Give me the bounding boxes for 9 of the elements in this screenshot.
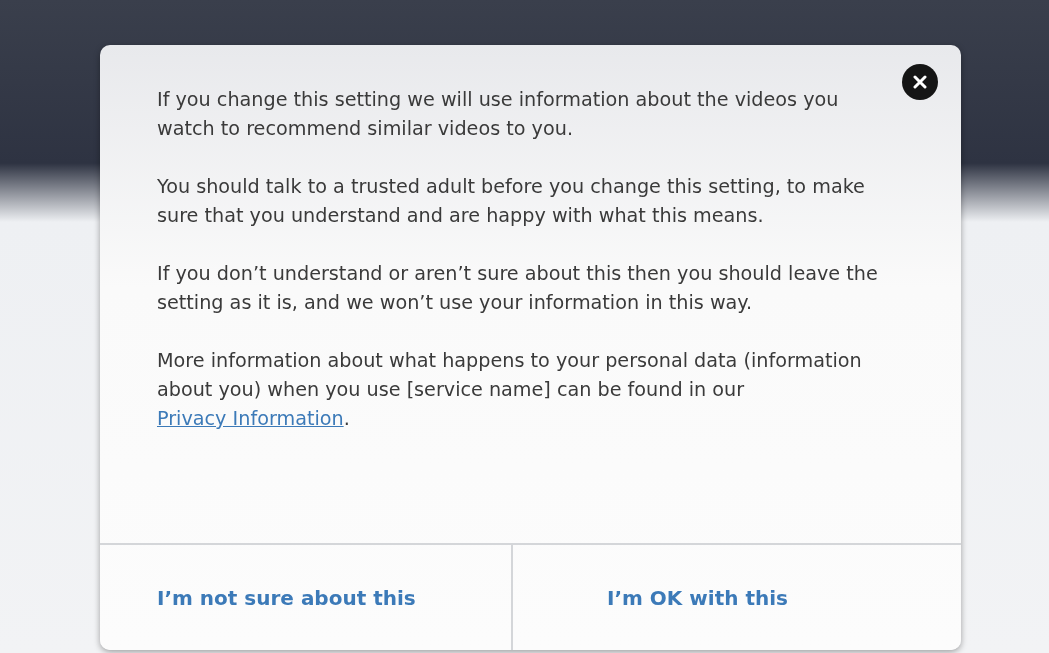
dialog-choice-button[interactable]: I’m OK with this <box>511 545 961 650</box>
dialog-paragraph: More information about what happens to your personal data (information about you) when you use [service name] can be found in our Privacy Information. <box>157 348 863 432</box>
close-button[interactable] <box>902 64 938 100</box>
close-icon <box>913 75 927 89</box>
dialog-paragraph: If you change this setting we will use information about the videos you watch to recommend similar videos to you. <box>157 87 840 142</box>
dialog-paragraph: If you don’t understand or aren’t sure about this then you should leave the setting as it is, and we won’t use your information in this way. <box>157 261 879 316</box>
dialog-choice-button[interactable]: I’m not sure about this <box>100 545 511 650</box>
privacy-information-link[interactable]: Privacy Information <box>157 407 344 430</box>
dialog-paragraph: You should talk to a trusted adult before you change this setting, to make sure that you understand and are happy with what this means. <box>157 174 866 229</box>
